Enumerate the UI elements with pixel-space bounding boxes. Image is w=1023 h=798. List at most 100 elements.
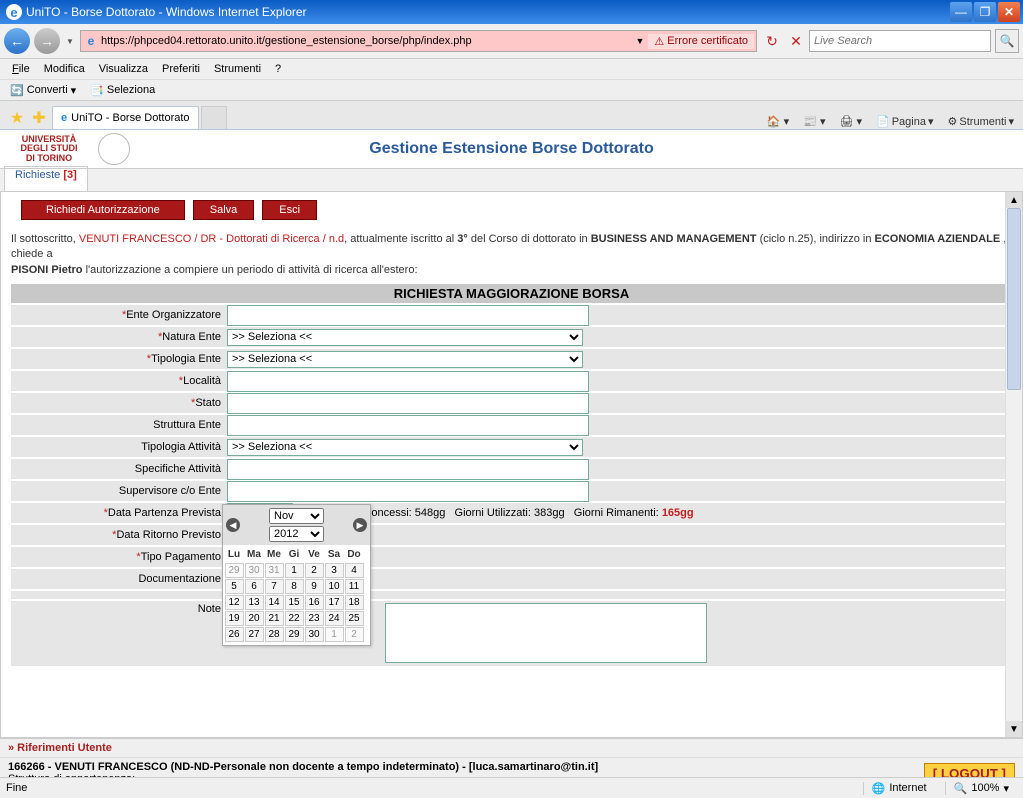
dp-day[interactable]: 20 xyxy=(245,611,264,626)
address-bar[interactable]: e ▼ ⚠Errore certificato xyxy=(80,30,757,52)
dp-weekday: Ve xyxy=(304,547,324,562)
menu-view[interactable]: Visualizza xyxy=(93,61,154,77)
dp-day[interactable]: 2 xyxy=(345,627,364,642)
dp-day[interactable]: 31 xyxy=(265,563,284,578)
dp-day[interactable]: 17 xyxy=(325,595,344,610)
input-localita[interactable] xyxy=(227,371,589,392)
menu-file[interactable]: FFileile xyxy=(6,61,36,77)
lbl-specifiche-att: Specifiche Attività xyxy=(135,463,221,475)
zoom-control[interactable]: 🔍100% ▾ xyxy=(945,782,1017,795)
minimize-button[interactable]: — xyxy=(950,2,972,22)
dp-day[interactable]: 1 xyxy=(285,563,304,578)
datepicker-year-select[interactable]: 2012 xyxy=(269,526,324,542)
dp-day[interactable]: 7 xyxy=(265,579,284,594)
security-zone[interactable]: 🌐Internet xyxy=(863,782,935,795)
dp-day[interactable]: 23 xyxy=(305,611,324,626)
search-button[interactable]: 🔍 xyxy=(995,29,1019,53)
search-box[interactable] xyxy=(809,30,991,52)
tools-menu[interactable]: ⚙ Strumenti ▾ xyxy=(945,114,1017,129)
new-tab-button[interactable] xyxy=(201,106,227,129)
menu-help[interactable]: ? xyxy=(269,61,287,77)
select-button[interactable]: 📑Seleziona xyxy=(86,83,159,98)
dp-day[interactable]: 29 xyxy=(225,563,244,578)
dp-day[interactable]: 5 xyxy=(225,579,244,594)
scroll-up-button[interactable]: ▲ xyxy=(1006,192,1022,208)
dp-day[interactable]: 26 xyxy=(225,627,244,642)
forward-button[interactable]: → xyxy=(34,28,60,54)
print-button[interactable]: 🖨 ▾ xyxy=(836,114,865,129)
dp-day[interactable]: 6 xyxy=(245,579,264,594)
vertical-scrollbar[interactable]: ▲ ▼ xyxy=(1005,192,1022,737)
dp-day[interactable]: 21 xyxy=(265,611,284,626)
lbl-documentazione: Documentazione xyxy=(138,573,221,585)
dp-day[interactable]: 28 xyxy=(265,627,284,642)
scroll-down-button[interactable]: ▼ xyxy=(1006,721,1022,737)
dp-day[interactable]: 2 xyxy=(305,563,324,578)
dp-day[interactable]: 9 xyxy=(305,579,324,594)
dp-day[interactable]: 22 xyxy=(285,611,304,626)
input-ente-org[interactable] xyxy=(227,305,589,326)
input-stato[interactable] xyxy=(227,393,589,414)
convert-button[interactable]: 🔄Converti ▾ xyxy=(6,83,80,98)
dp-day[interactable]: 15 xyxy=(285,595,304,610)
addr-dropdown-icon[interactable]: ▼ xyxy=(632,36,649,46)
dp-day[interactable]: 1 xyxy=(325,627,344,642)
dp-day[interactable]: 18 xyxy=(345,595,364,610)
dp-day[interactable]: 16 xyxy=(305,595,324,610)
search-input[interactable] xyxy=(810,35,990,47)
input-specifiche-att[interactable] xyxy=(227,459,589,480)
riferimenti-utente-header[interactable]: » Riferimenti Utente xyxy=(0,738,1023,757)
select-tipologia-att[interactable]: >> Seleziona << xyxy=(227,439,583,456)
save-button[interactable]: Salva xyxy=(193,200,255,220)
cert-error-button[interactable]: ⚠Errore certificato xyxy=(648,34,754,49)
tab-richieste[interactable]: Richieste [3] xyxy=(4,166,88,191)
dp-day[interactable]: 3 xyxy=(325,563,344,578)
url-input[interactable] xyxy=(99,34,632,48)
dp-day[interactable]: 14 xyxy=(265,595,284,610)
dp-day[interactable]: 8 xyxy=(285,579,304,594)
back-button[interactable]: ← xyxy=(4,28,30,54)
input-supervisore[interactable] xyxy=(227,481,589,502)
maximize-button[interactable]: ❐ xyxy=(974,2,996,22)
zone-label: Internet xyxy=(889,782,926,794)
close-button[interactable]: ✕ xyxy=(998,2,1020,22)
page-title: Gestione Estensione Borse Dottorato xyxy=(0,140,1023,158)
lock-icon: e xyxy=(83,34,99,48)
refresh-button[interactable]: ↻ xyxy=(761,30,783,52)
datepicker-prev-button[interactable]: ◀ xyxy=(226,518,240,532)
page-menu[interactable]: 📄 Pagina ▾ xyxy=(873,114,937,129)
request-auth-button[interactable]: Richiedi Autorizzazione xyxy=(21,200,185,220)
browser-tab[interactable]: e UniTO - Borse Dottorato xyxy=(52,106,199,129)
favorites-star-icon[interactable]: ★ xyxy=(6,107,28,129)
menu-favorites[interactable]: Preferiti xyxy=(156,61,206,77)
datepicker-next-button[interactable]: ▶ xyxy=(353,518,367,532)
dp-day[interactable]: 11 xyxy=(345,579,364,594)
dp-day[interactable]: 12 xyxy=(225,595,244,610)
datepicker-month-select[interactable]: Nov xyxy=(269,508,324,524)
exit-button[interactable]: Esci xyxy=(262,200,317,220)
dp-day[interactable]: 30 xyxy=(305,627,324,642)
select-natura-ente[interactable]: >> Seleziona << xyxy=(227,329,583,346)
dp-day[interactable]: 30 xyxy=(245,563,264,578)
select-tipologia-ente[interactable]: >> Seleziona << xyxy=(227,351,583,368)
menu-edit[interactable]: Modifica xyxy=(38,61,91,77)
dp-day[interactable]: 24 xyxy=(325,611,344,626)
add-favorites-icon[interactable]: ✚ xyxy=(28,107,50,129)
nav-history-dropdown[interactable]: ▼ xyxy=(64,28,76,54)
dp-day[interactable]: 19 xyxy=(225,611,244,626)
dp-day[interactable]: 27 xyxy=(245,627,264,642)
dp-day[interactable]: 29 xyxy=(285,627,304,642)
menu-tools[interactable]: Strumenti xyxy=(208,61,267,77)
home-button[interactable]: 🏠 ▾ xyxy=(764,114,792,129)
dp-day[interactable]: 10 xyxy=(325,579,344,594)
dp-day[interactable]: 25 xyxy=(345,611,364,626)
textarea-note[interactable] xyxy=(385,603,707,663)
tab-favicon: e xyxy=(61,112,67,124)
dp-day[interactable]: 4 xyxy=(345,563,364,578)
feeds-button[interactable]: 📰 ▾ xyxy=(800,114,828,129)
dp-day[interactable]: 13 xyxy=(245,595,264,610)
scroll-thumb[interactable] xyxy=(1007,208,1021,390)
stop-button[interactable]: ✕ xyxy=(787,30,805,52)
input-struttura-ente[interactable] xyxy=(227,415,589,436)
select-icon: 📑 xyxy=(90,84,104,97)
